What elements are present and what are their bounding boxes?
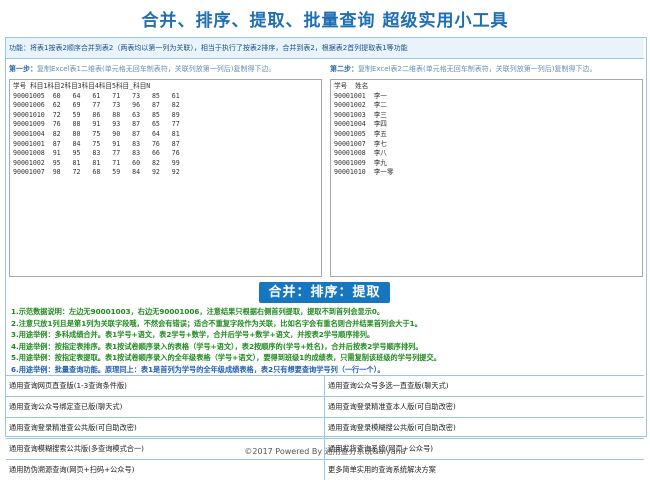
links-row: 通用查询网页直查版(1-3查询条件版) 通用查询公众号多选一直查版(聊天式)	[6, 375, 644, 396]
link-anti-counterfeit[interactable]: 通用防伪溯源查询(网页+扫码+公众号)	[6, 460, 325, 480]
link-login-precise-self[interactable]: 通用查询登录精准查本人版(可自助改密)	[325, 397, 644, 417]
links-row: 通用查询登录精准查公共版(可自助改密) 通用查询登录模糊搜公共版(可自助改密)	[6, 417, 644, 438]
note-item: 5.用途举例：按指定表提取。表1按试卷顺序录入的全年级表格（学号+语文），要得到…	[11, 353, 441, 363]
note-item: 1.示范数据说明：左边无90001003，右边无90001006，注意结果只根据…	[11, 307, 385, 316]
note-item: 6.用途举例：批量查询功能。原理同上：表1是首列为学号的全年级成绩表格，表2只有…	[11, 364, 385, 374]
link-more-solutions[interactable]: 更多简单实用的查询系统解决方案	[325, 460, 644, 480]
links-table: 通用查询网页直查版(1-3查询条件版) 通用查询公众号多选一直查版(聊天式) 通…	[6, 375, 644, 480]
step1-heading: 第一步：复制Excel表1二维表(单元格无回车制表符，关联列放第一列后)复制得下…	[9, 62, 275, 76]
function-description: 功能：将表1按表2顺序合并到表2（两表均以第一列为关联），相当于执行了按表2排序…	[6, 38, 644, 59]
link-login-fuzzy-public[interactable]: 通用查询登录模糊搜公共版(可自助改密)	[325, 418, 644, 438]
footer: ©2017 Powered By 通用查分系统&alyaha	[244, 447, 406, 456]
merge-sort-extract-button[interactable]: 合并：排序：提取	[259, 282, 390, 303]
page-title: 合并、排序、提取、批量查询 超级实用小工具	[141, 11, 509, 31]
note-item: 4.用途举例：按指定表排序。表1按试卷顺序录入的表格（学号+语文），表2按顺序的…	[11, 341, 423, 351]
usage-notes: 1.示范数据说明：左边无90001003，右边无90001006，注意结果只根据…	[11, 306, 641, 376]
table2-textarea[interactable]: 学号 姓名 90001001 李一 90001002 李二 90001003 李…	[330, 79, 643, 277]
step1-hint: 复制Excel表1二维表(单元格无回车制表符，关联列放第一列后)复制得下边。	[37, 65, 276, 73]
link-login-precise-public[interactable]: 通用查询登录精准查公共版(可自助改密)	[6, 418, 325, 438]
step1-label: 第一步：	[9, 65, 37, 73]
link-wechat-multi-select[interactable]: 通用查询公众号多选一直查版(聊天式)	[325, 376, 644, 396]
links-row: 通用查询公众号绑定查已版(聊天式) 通用查询登录精准查本人版(可自助改密)	[6, 396, 644, 417]
main-panel: 功能：将表1按表2顺序合并到表2（两表均以第一列为关联），相当于执行了按表2排序…	[5, 37, 647, 480]
table1-textarea[interactable]: 学号 科目1科目2科目3科目4科目5科目_科目N 90001005 60 64 …	[9, 79, 322, 277]
links-row: 通用防伪溯源查询(网页+扫码+公众号) 更多简单实用的查询系统解决方案	[6, 459, 644, 480]
link-wechat-bind-query[interactable]: 通用查询公众号绑定查已版(聊天式)	[6, 397, 325, 417]
link-webpage-direct-query[interactable]: 通用查询网页直查版(1-3查询条件版)	[6, 376, 325, 396]
step2-hint: 复制Excel表2二维表(单元格无回车制表符，关联列放第一列后)复制得下边。	[358, 65, 597, 73]
step2-label: 第二步：	[330, 65, 358, 73]
step2-heading: 第二步：复制Excel表2二维表(单元格无回车制表符，关联列放第一列后)复制得下…	[330, 62, 596, 76]
note-item: 2.注意只放1列且是第1列为关联字段哦，不然会有错误；适合不重复字段作为关联，比…	[11, 318, 422, 328]
note-item: 3.用途举例：多科成绩合并。表1学号+语文，表2学号+数学，合并后学号+数学+语…	[11, 330, 375, 340]
